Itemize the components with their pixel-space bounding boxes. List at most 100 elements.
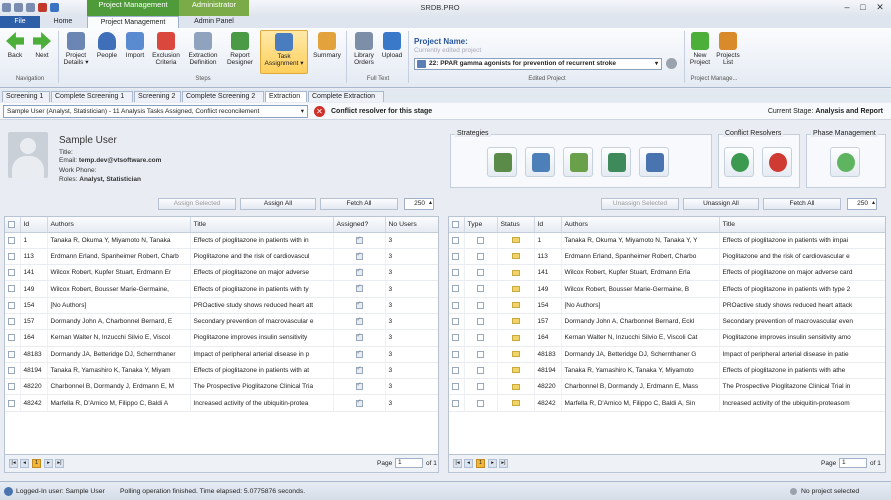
table-row[interactable]: 157 Dormandy John A, Charbonnel Bernard, … [5,313,438,331]
strategy-button-1[interactable] [487,147,517,177]
page-input[interactable]: 1 [395,458,423,468]
table-row[interactable]: 48242 Marfella R, D'Amico M, Filippo C, B… [449,394,885,412]
row-checkbox[interactable] [449,280,465,298]
table-row[interactable]: 149 Wilcox Robert, Bousser Marie-Germaine… [449,280,885,298]
prev-page-button[interactable]: ◂ [20,459,29,468]
maximize-button[interactable]: □ [856,2,870,13]
row-checkbox[interactable] [449,264,465,282]
table-row[interactable]: 157 Dormandy John A, Charbonnel Bernard, … [449,313,885,331]
left-page-size-input[interactable]: 250 [404,198,434,210]
column-header-no-users[interactable]: No Users [385,217,438,233]
add-resolver-button[interactable] [724,147,754,177]
tab-screening-1[interactable]: Screening 1 [2,91,50,102]
close-button[interactable]: ✕ [873,2,887,13]
quick-access-toolbar[interactable] [2,3,82,13]
left-fetch-all-button[interactable]: Fetch All [320,198,398,210]
projects-list-button[interactable]: Projects List [716,32,740,66]
column-header-authors[interactable]: Authors [47,217,191,233]
row-checkbox[interactable] [449,362,465,380]
assign-selected-button[interactable]: Assign Selected [158,198,236,210]
undo-icon[interactable] [38,3,47,12]
strategy-button-3[interactable] [563,147,593,177]
column-header-status[interactable]: Status [497,217,535,233]
project-select[interactable]: 22: PPAR gamma agonists for prevention o… [414,58,662,70]
first-page-button[interactable]: |◂ [9,459,18,468]
strategy-button-5[interactable] [639,147,669,177]
table-row[interactable]: 113 Erdmann Erland, Spanheimer Robert, Ch… [449,248,885,266]
tab-home[interactable]: Home [41,16,85,28]
column-header-id[interactable]: Id [20,217,48,233]
tab-project-management[interactable]: Project Management [87,16,179,28]
select-all-checkbox[interactable] [5,217,21,233]
row-checkbox[interactable] [5,248,21,266]
gear-icon[interactable] [666,58,677,69]
tab-admin-panel[interactable]: Admin Panel [180,16,248,28]
back-button[interactable]: Back [4,32,26,59]
row-checkbox[interactable] [5,346,21,363]
tab-complete-screening-1[interactable]: Complete Screening 1 [51,91,133,102]
unassign-selected-button[interactable]: Unassign Selected [601,198,679,210]
tab-extraction[interactable]: Extraction [265,91,307,102]
import-button[interactable]: Import [122,32,148,59]
next-page-button[interactable]: ▸ [488,459,497,468]
next-page-button[interactable]: ▸ [44,459,53,468]
extraction-definition-button[interactable]: Extraction Definition [186,32,220,66]
table-row[interactable]: 154 [No Authors] PROactive study shows red… [5,297,438,314]
row-checkbox[interactable] [449,297,465,314]
last-page-button[interactable]: ▸| [55,459,64,468]
column-header-type[interactable]: Type [464,217,498,233]
right-fetch-all-button[interactable]: Fetch All [763,198,841,210]
column-header-title[interactable]: Title [190,217,334,233]
row-checkbox[interactable] [449,329,465,347]
row-checkbox[interactable] [5,394,21,412]
tab-screening-2[interactable]: Screening 2 [134,91,181,102]
phase-advance-button[interactable] [830,147,860,177]
row-checkbox[interactable] [449,346,465,363]
exclusion-criteria-button[interactable]: Exclusion Criteria [150,32,182,66]
assign-all-button[interactable]: Assign All [240,198,316,210]
table-row[interactable]: 48194 Tanaka R, Yamashiro K, Tanaka Y, Mi… [449,362,885,380]
minimize-button[interactable]: – [840,2,854,13]
project-details-button[interactable]: Project Details ▾ [62,32,90,66]
row-checkbox[interactable] [5,264,21,282]
column-header-id[interactable]: Id [534,217,562,233]
table-row[interactable]: 1 Tanaka R, Okuma Y, Miyamoto N, Tanaka Y… [449,232,885,249]
row-checkbox[interactable] [449,313,465,331]
tab-file[interactable]: File [0,16,40,28]
prev-page-button[interactable]: ◂ [464,459,473,468]
table-row[interactable]: 1 Tanaka R, Okuma Y, Miyamoto N, Tanaka Ef… [5,232,438,249]
table-row[interactable]: 48183 Dormandy JA, Betteridge DJ, Schernt… [5,346,438,363]
table-row[interactable]: 149 Wilcox Robert, Bousser Marie-Germaine… [5,280,438,298]
people-button[interactable]: People [94,32,120,59]
row-checkbox[interactable] [5,280,21,298]
next-button[interactable]: Next [31,32,53,59]
page-input[interactable]: 1 [839,458,867,468]
table-row[interactable]: 113 Erdmann Erland, Spanheimer Robert, Ch… [5,248,438,266]
row-checkbox[interactable] [5,297,21,314]
tab-complete-extraction[interactable]: Complete Extraction [308,91,384,102]
column-header-authors[interactable]: Authors [561,217,720,233]
print-icon[interactable] [26,3,35,12]
table-row[interactable]: 48194 Tanaka R, Yamashiro K, Tanaka Y, Mi… [5,362,438,380]
save-icon[interactable] [14,3,23,12]
strategy-button-4[interactable] [601,147,631,177]
report-designer-button[interactable]: Report Designer [224,32,256,66]
column-header-assigned[interactable]: Assigned? [333,217,386,233]
strategy-button-2[interactable] [525,147,555,177]
unassign-all-button[interactable]: Unassign All [683,198,759,210]
row-checkbox[interactable] [5,313,21,331]
row-checkbox[interactable] [5,378,21,396]
tab-complete-screening-2[interactable]: Complete Screening 2 [182,91,264,102]
row-checkbox[interactable] [449,378,465,396]
page-1-button[interactable]: 1 [476,459,485,468]
table-row[interactable]: 164 Kernan Walter N, Inzucchi Silvio E, V… [5,329,438,347]
row-checkbox[interactable] [449,248,465,266]
table-row[interactable]: 154 [No Authors] PROactive study shows red… [449,297,885,314]
row-checkbox[interactable] [449,394,465,412]
table-row[interactable]: 48183 Dormandy JA, Betteridge DJ, Schernt… [449,346,885,363]
new-project-button[interactable]: New Project [688,32,712,66]
page-1-button[interactable]: 1 [32,459,41,468]
table-row[interactable]: 164 Kernan Walter N, Inzucchi Silvio E, V… [449,329,885,347]
table-row[interactable]: 141 Wilcox Robert, Kupfer Stuart, Erdmann… [449,264,885,282]
table-row[interactable]: 48242 Marfella R, D'Amico M, Filippo C, B… [5,394,438,412]
